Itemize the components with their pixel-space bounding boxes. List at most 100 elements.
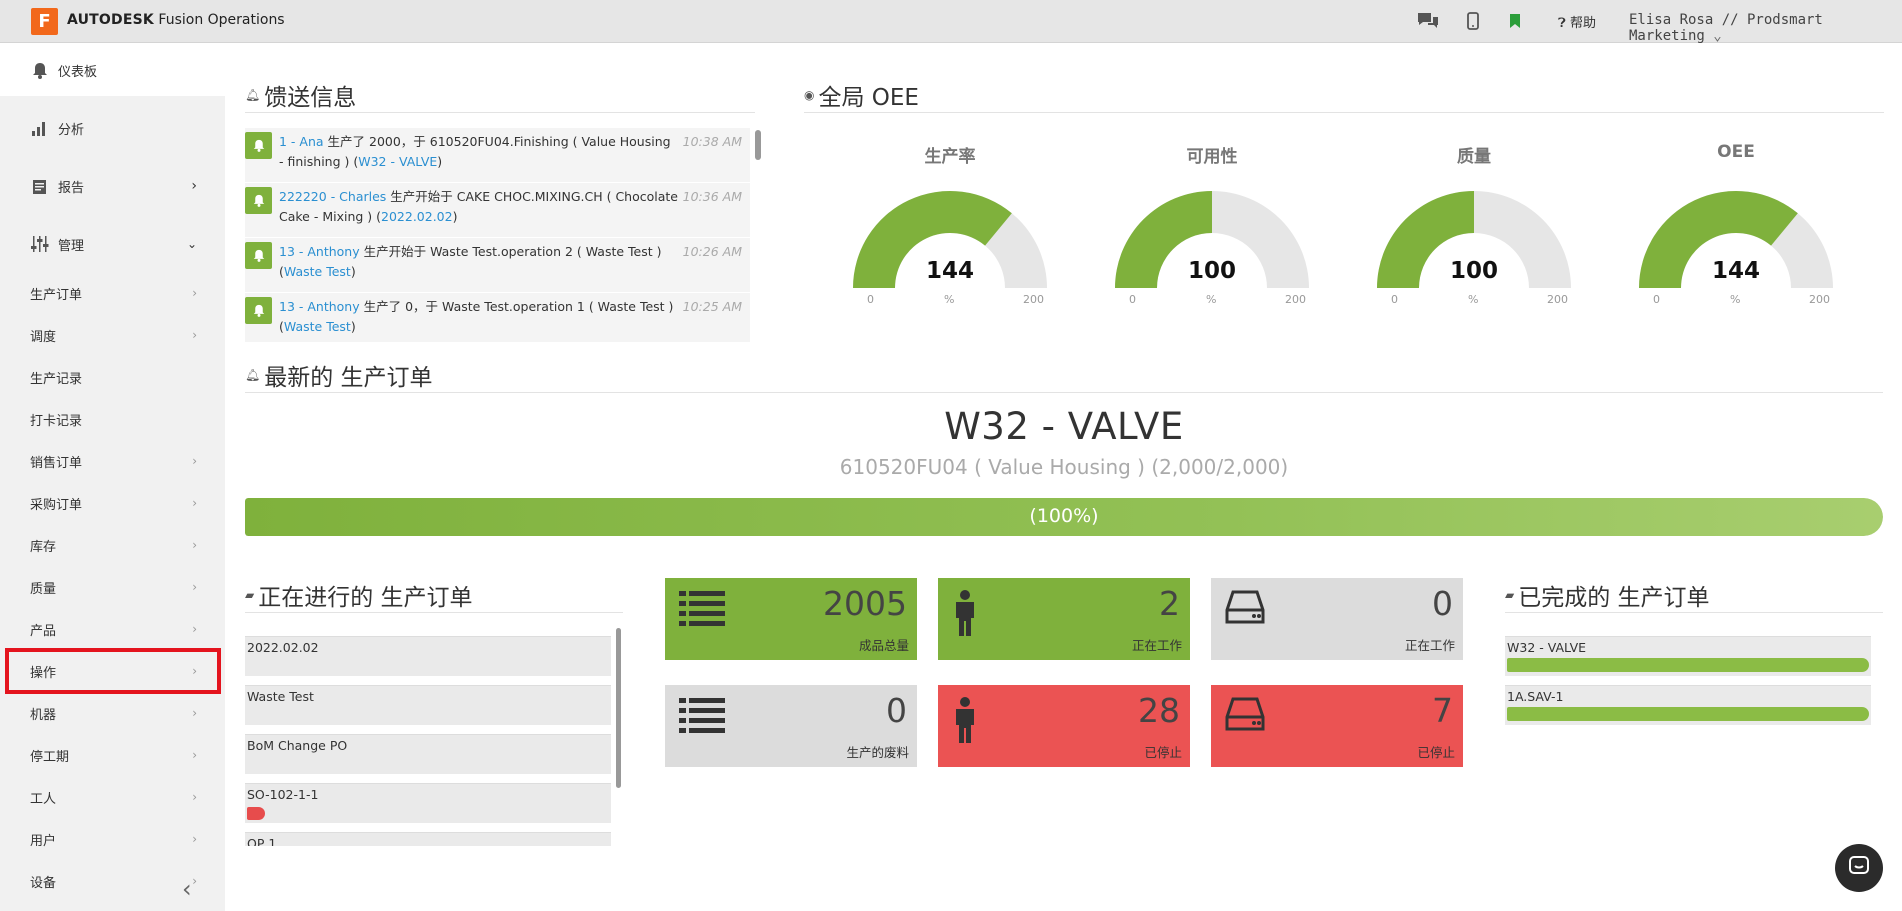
- sidebar-item-purchase-orders[interactable]: 采购订单 ›: [0, 482, 225, 524]
- sidebar-item-workers[interactable]: 工人 ›: [0, 776, 225, 818]
- sidebar-item-reports[interactable]: 报告 ›: [0, 173, 225, 199]
- feed-divider: [245, 112, 755, 113]
- bell-icon: [245, 297, 272, 324]
- chevron-right-icon: ›: [192, 286, 197, 300]
- support-chat-button[interactable]: [1835, 844, 1883, 892]
- top-bar: F AUTODESK Fusion Operations ❓︎ 帮助 Elisa…: [0, 0, 1902, 44]
- folder-icon: ▰: [245, 588, 255, 602]
- latest-po-name[interactable]: W32 - VALVE: [245, 405, 1883, 448]
- sidebar-item-manage[interactable]: 管理 ⌄: [0, 231, 225, 257]
- sidebar-item-sales-orders[interactable]: 销售订单 ›: [0, 440, 225, 482]
- sidebar-item-quality[interactable]: 质量 ›: [0, 566, 225, 608]
- machine-icon: [1225, 590, 1265, 628]
- list-item[interactable]: BoM Change PO: [245, 734, 611, 774]
- po-link[interactable]: W32 - VALVE: [358, 154, 437, 169]
- bell-icon: [245, 132, 272, 159]
- chevron-down-icon: ⌄: [186, 237, 197, 251]
- tile-workers-stopped[interactable]: 28 已停止: [938, 685, 1190, 767]
- feed-scrollbar[interactable]: [755, 130, 761, 160]
- worker-link[interactable]: 222220 - Charles: [279, 189, 386, 204]
- worker-link[interactable]: 1 - Ana: [279, 134, 324, 149]
- worker-link[interactable]: 13 - Anthony: [279, 299, 360, 314]
- report-icon: [28, 178, 52, 195]
- bookmark-icon[interactable]: [1510, 10, 1520, 32]
- tile-machines-working[interactable]: 0 正在工作: [1211, 578, 1463, 660]
- sidebar-item-machines[interactable]: 机器 ›: [0, 692, 225, 734]
- list-item[interactable]: 1A.SAV-1: [1505, 685, 1871, 725]
- user-menu[interactable]: Elisa Rosa // Prodsmart Marketing ⌄: [1629, 12, 1902, 44]
- worker-icon: [952, 590, 978, 640]
- mobile-icon[interactable]: [1467, 10, 1479, 32]
- sidebar-item-production-orders[interactable]: 生产订单 ›: [0, 272, 225, 314]
- sidebar-item-downtime[interactable]: 停工期 ›: [0, 734, 225, 776]
- feed-item: 1 - Ana 生产了 2000，于 610520FU04.Finishing …: [245, 128, 750, 183]
- collapse-sidebar-icon[interactable]: ‹: [182, 875, 192, 903]
- bell-icon: [245, 187, 272, 214]
- progress-bar: [1507, 707, 1869, 721]
- bell-icon: [28, 62, 52, 79]
- gauge-max: 200: [1547, 293, 1568, 306]
- list-icon: [679, 590, 725, 630]
- tile-machines-stopped[interactable]: 7 已停止: [1211, 685, 1463, 767]
- feed-item: 222220 - Charles 生产开始于 CAKE CHOC.MIXING.…: [245, 183, 750, 238]
- po-link[interactable]: Waste Test: [284, 319, 351, 334]
- tile-scrap-produced[interactable]: 0 生产的废料: [665, 685, 917, 767]
- gauge-value: 144: [925, 258, 974, 284]
- sidebar-item-users[interactable]: 用户 ›: [0, 818, 225, 860]
- brand-name[interactable]: AUTODESK Fusion Operations: [67, 12, 285, 28]
- feed-time: 10:36 AM: [682, 189, 742, 204]
- worker-icon: [952, 697, 978, 747]
- gauge-oee: OEE 144 0 % 200: [1631, 140, 1841, 310]
- help-link[interactable]: ❓︎ 帮助: [1558, 12, 1596, 31]
- bell-icon: 🔔︎: [245, 88, 261, 102]
- gauge-availability: 可用性 100 0 % 200: [1107, 140, 1317, 310]
- gauge-min: 0: [867, 293, 874, 306]
- list-item[interactable]: W32 - VALVE: [1505, 636, 1871, 676]
- po-link[interactable]: 2022.02.02: [381, 209, 453, 224]
- list-item[interactable]: Waste Test: [245, 685, 611, 725]
- oee-title: ◉ 全局 OEE: [804, 85, 919, 111]
- worker-link[interactable]: 13 - Anthony: [279, 244, 360, 259]
- gauge-unit: %: [1730, 293, 1741, 306]
- gauge-quality: 质量 100 0 % 200: [1369, 140, 1579, 310]
- chat-icon[interactable]: [1416, 10, 1440, 32]
- sidebar-item-products[interactable]: 产品 ›: [0, 608, 225, 650]
- fusion-logo[interactable]: F: [31, 8, 58, 35]
- list-item[interactable]: 2022.02.02: [245, 636, 611, 676]
- feed-time: 10:38 AM: [682, 134, 742, 149]
- sidebar-item-analysis[interactable]: 分析: [0, 115, 225, 141]
- question-icon: ❓︎: [1558, 16, 1566, 31]
- gauge-min: 0: [1653, 293, 1660, 306]
- progress-bar: [247, 807, 265, 820]
- po-link[interactable]: Waste Test: [284, 264, 351, 279]
- progress-bar: [1507, 658, 1869, 672]
- chevron-right-icon: ›: [192, 748, 197, 762]
- ongoing-divider: [245, 612, 623, 613]
- list-item[interactable]: SO-102-1-1: [245, 783, 611, 823]
- machine-icon: [1225, 697, 1265, 735]
- tile-workers-working[interactable]: 2 正在工作: [938, 578, 1190, 660]
- operations-highlight-box: [5, 648, 221, 694]
- gauge-productivity: 生产率 144 0 % 200: [845, 140, 1055, 310]
- sidebar-item-inventory[interactable]: 库存 ›: [0, 524, 225, 566]
- feed-time: 10:26 AM: [682, 244, 742, 259]
- sidebar-item-scheduling[interactable]: 调度 ›: [0, 314, 225, 356]
- gauge-title: OEE: [1717, 142, 1755, 162]
- sidebar-item-dashboard[interactable]: 仪表板: [0, 57, 225, 83]
- gauge-title: 生产率: [924, 147, 976, 167]
- sidebar-item-production-records[interactable]: 生产记录: [0, 356, 225, 398]
- chevron-right-icon: ›: [192, 706, 197, 720]
- tile-finished-total[interactable]: 2005 成品总量: [665, 578, 917, 660]
- ongoing-list[interactable]: 2022.02.02 Waste Test BoM Change PO SO-1…: [245, 636, 611, 846]
- sidebar-item-clock-records[interactable]: 打卡记录: [0, 398, 225, 440]
- chevron-right-icon: ›: [192, 832, 197, 846]
- sidebar: 仪表板 分析 报告 › 管理 ⌄ 生产订单 › 调度 › 生产记录 打卡记录 销售订…: [0, 43, 225, 911]
- list-item[interactable]: OP 1: [245, 832, 611, 846]
- chevron-right-icon: ›: [192, 874, 197, 888]
- completed-title: ▰ 已完成的 生产订单: [1505, 585, 1710, 611]
- gauge-unit: %: [944, 293, 955, 306]
- completed-list[interactable]: W32 - VALVE 1A.SAV-1: [1505, 636, 1871, 734]
- feed-list[interactable]: 1 - Ana 生产了 2000，于 610520FU04.Finishing …: [245, 128, 750, 342]
- bell-icon: 🔔︎: [245, 368, 261, 382]
- ongoing-scrollbar[interactable]: [616, 628, 621, 788]
